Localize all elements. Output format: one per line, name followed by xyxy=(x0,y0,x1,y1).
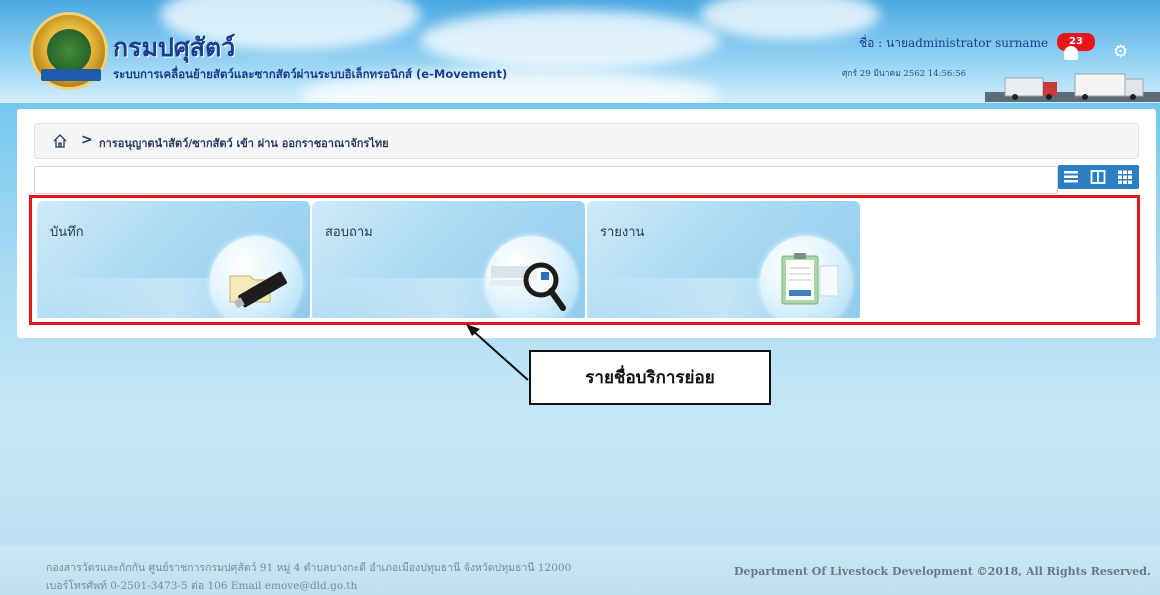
footer-copyright: Department Of Livestock Development ©201… xyxy=(734,565,1151,578)
current-datetime: ศุกร์ 29 มีนาคม 2562 14:56:56 xyxy=(842,69,967,79)
footer-contact: เบอร์โทรศัพท์ 0-2501-3473-5 ต่อ 106 Emai… xyxy=(46,580,358,592)
service-tile-inquiry[interactable]: สอบถาม xyxy=(312,201,585,318)
tile-label: รายงาน xyxy=(600,225,645,240)
two-column-view-icon[interactable] xyxy=(1090,169,1106,185)
tile-label: บันทึก xyxy=(50,225,84,240)
user-name: ชื่อ : นายadministrator surname xyxy=(859,36,1049,50)
department-logo[interactable] xyxy=(30,12,108,90)
footer-address: กองสารวัตรและกักกัน ศูนย์ราชการกรมปศุสัต… xyxy=(46,562,572,574)
usb-drive-icon xyxy=(210,236,302,318)
bell-icon[interactable] xyxy=(1064,46,1078,60)
list-view-icon[interactable] xyxy=(1063,169,1079,185)
app-title: กรมปศุสัตว์ xyxy=(113,33,236,62)
search-input[interactable] xyxy=(34,166,1058,194)
footer: กองสารวัตรและกักกัน ศูนย์ราชการกรมปศุสัต… xyxy=(0,545,1160,595)
service-tile-record[interactable]: บันทึก xyxy=(37,201,310,318)
cloud-decoration xyxy=(700,0,880,40)
callout-arrow xyxy=(466,324,529,381)
home-icon[interactable] xyxy=(52,133,68,149)
view-toggle-group xyxy=(1058,165,1139,189)
main-panel: > การอนุญาตนำสัตว์/ซากสัตว์ เข้า ผ่าน ออ… xyxy=(17,109,1156,338)
app-subtitle: ระบบการเคลื่อนย้ายสัตว์และซากสัตว์ผ่านระ… xyxy=(113,67,508,81)
trucks-illustration xyxy=(985,73,1160,102)
service-tile-report[interactable]: รายงาน xyxy=(587,201,860,318)
tile-label: สอบถาม xyxy=(325,225,373,240)
breadcrumb-current: การอนุญาตนำสัตว์/ซากสัตว์ เข้า ผ่าน ออกร… xyxy=(99,137,389,150)
magnifier-icon xyxy=(485,236,577,318)
header-banner: กรมปศุสัตว์ ระบบการเคลื่อนย้ายสัตว์และซา… xyxy=(0,0,1160,103)
grid-view-icon[interactable] xyxy=(1117,169,1133,185)
report-clipboard-icon xyxy=(760,236,852,318)
breadcrumb: > การอนุญาตนำสัตว์/ซากสัตว์ เข้า ผ่าน ออ… xyxy=(34,123,1139,159)
breadcrumb-separator: > xyxy=(81,132,93,148)
cloud-decoration xyxy=(420,10,720,70)
callout-label: รายชื่อบริการย่อย xyxy=(529,350,771,405)
gear-icon[interactable]: ⚙ xyxy=(1113,42,1128,62)
